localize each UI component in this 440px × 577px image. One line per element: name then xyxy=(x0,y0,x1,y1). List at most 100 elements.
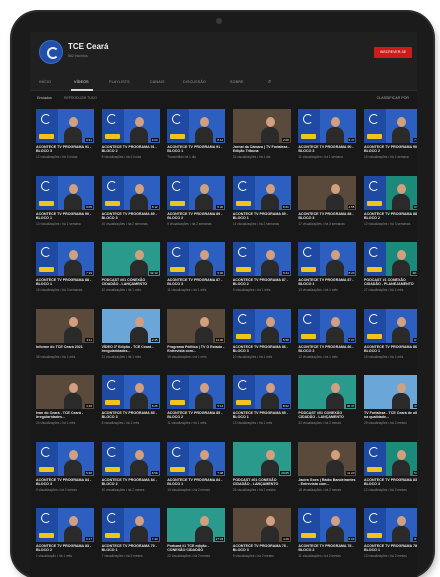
video-thumbnail[interactable]: 2:45 xyxy=(101,308,160,343)
filter-dropdown[interactable]: Enviados xyxy=(37,96,52,100)
video-thumbnail[interactable]: 6:44 xyxy=(232,242,291,276)
video-card[interactable]: 6:08 ACONTECE TV PROGRAMA 88 - BLOCO 212 … xyxy=(364,175,417,238)
video-title[interactable]: PODCAST #01 CONEXÃO CIDADÃO - LANÇAMENTO xyxy=(233,478,291,487)
video-title[interactable]: ACONTECE TV PROGRAMA 90 - BLOCO 2 xyxy=(364,145,417,154)
video-title[interactable]: Jornal da Câmara | TV Fortaleza - Edição… xyxy=(233,145,291,154)
video-title[interactable]: VÍDEO 3ª Edição - TCE Ceará - Irregulari… xyxy=(102,345,160,354)
video-thumbnail[interactable]: 28:16 xyxy=(364,242,417,276)
tab-sobre[interactable]: SOBRE xyxy=(230,80,244,84)
video-title[interactable]: ACONTECE TV PROGRAMA 86 - BLOCO 2 xyxy=(298,345,356,354)
video-title[interactable]: Ivan do Ceará - TCE Ceará - Irregularida… xyxy=(36,411,94,420)
video-title[interactable]: ACONTECE TV PROGRAMA 89 - BLOCO 1 xyxy=(233,212,291,221)
video-card[interactable]: 6:31 ACONTECE TV PROGRAMA 91 - BLOCO 3 12 … xyxy=(36,109,94,171)
video-thumbnail[interactable]: 6:03 xyxy=(298,508,357,542)
video-thumbnail[interactable]: 12:30 xyxy=(167,308,226,343)
video-title[interactable]: ACONTECE TV PROGRAMA 86 - BLOCO 1 xyxy=(364,345,417,354)
video-card[interactable]: 5:14 ACONTECE TV PROGRAMA 85 - BLOCO 2 11 … xyxy=(167,375,226,437)
video-title[interactable]: Programa Pólítica | TV O Estado - Entrev… xyxy=(167,345,225,354)
video-title[interactable]: ACONTECE TV PROGRAMA 84 - BLOCO 3 xyxy=(36,478,94,487)
video-card[interactable]: 5:02 ACONTECE TV PROGRAMA 87 - BLOCO 3 11 … xyxy=(167,242,226,304)
video-thumbnail[interactable]: 6:17 xyxy=(36,508,94,542)
video-thumbnail[interactable]: 5:14 xyxy=(167,375,226,409)
video-card[interactable]: 7:40 ACONTECE TV PROGRAMA 79 - BLOCO 17 v… xyxy=(101,508,160,570)
video-thumbnail[interactable]: 7:19 xyxy=(36,242,94,276)
video-title[interactable]: ACONTECE TV PROGRAMA 83 - BLOCO 3 xyxy=(364,478,417,487)
video-card[interactable]: 4:18 Ivan do Ceará - TCE Ceará - Irregula… xyxy=(36,375,94,437)
video-card[interactable]: 6:03 ACONTECE TV PROGRAMA 78 - BLOCO 2 11 … xyxy=(298,508,357,570)
video-card[interactable]: 2:08 Jornal da Câmara | TV Fortaleza - Ed… xyxy=(232,109,291,171)
video-title[interactable]: ACONTECE TV PROGRAMA 85 - BLOCO 2 xyxy=(167,411,225,420)
video-thumbnail[interactable]: 5:02 xyxy=(167,242,226,276)
sort-button[interactable]: CLASSIFICAR POR xyxy=(377,96,409,100)
video-title[interactable]: ACONTECE TV PROGRAMA 79 - BLOCO 1 xyxy=(102,544,160,553)
video-title[interactable]: ACONTECE TV PROGRAMA 84 - BLOCO 1 xyxy=(167,478,225,487)
video-title[interactable]: ACONTECE TV PROGRAMA 89 - BLOCO 2 xyxy=(167,212,225,221)
video-card[interactable]: 8:02 ACONTECE TV PROGRAMA 85 - BLOCO 1 13 … xyxy=(232,375,291,437)
video-title[interactable]: ACONTECE TV PROGRAMA 91 - BLOCO 1 xyxy=(167,145,225,154)
video-thumbnail[interactable]: 27:33 xyxy=(167,508,226,542)
video-title[interactable]: PODCAST #1 CONEXÃO CIDADÃO - PLANEJAMENT… xyxy=(364,278,417,287)
video-title[interactable]: ACONTECE TV PROGRAMA 88 - BLOCO 1 xyxy=(36,278,94,287)
video-title[interactable]: ACONTECE TV PROGRAMA 83 - BLOCO 2 xyxy=(36,544,94,553)
video-thumbnail[interactable]: 32:10 xyxy=(101,242,160,276)
video-card[interactable]: 5:36 ACONTECE TV PROGRAMA 84 - BLOCO 39 v… xyxy=(36,441,94,504)
video-thumbnail[interactable]: 5:30 xyxy=(167,175,226,210)
video-thumbnail[interactable]: 9:33 xyxy=(364,308,417,343)
play-all-button[interactable]: REPRODUZIR TUDO xyxy=(64,96,97,100)
video-card[interactable]: 6:26 ACONTECE TV PROGRAMA 85 - BLOCO 38 v… xyxy=(101,375,160,437)
video-card[interactable]: 29:05 PODCAST #01 CONEXÃO CIDADÃO - LANÇA… xyxy=(232,441,291,504)
video-thumbnail[interactable]: 7:48 xyxy=(167,441,226,476)
video-thumbnail[interactable]: 5:58 xyxy=(232,308,291,343)
video-title[interactable]: ACONTECE TV PROGRAMA 90 - BLOCO 1 xyxy=(36,212,94,221)
video-card[interactable]: 7:22 ACONTECE TV PROGRAMA 90 - BLOCO 215 … xyxy=(364,109,417,171)
video-title[interactable]: ACONTECE TV PROGRAMA 78 - BLOCO 3 xyxy=(233,544,291,553)
tab-inicio[interactable]: INÍCIO xyxy=(39,80,51,84)
video-title[interactable]: ACONTECE TV PROGRAMA 87 - BLOCO 2 xyxy=(233,278,291,287)
tab-playlists[interactable]: PLAYLISTS xyxy=(109,80,130,84)
video-thumbnail[interactable]: 8:11 xyxy=(364,508,417,542)
video-title[interactable]: ACONTECE TV PROGRAMA 88 - BLOCO 3 xyxy=(298,212,356,221)
video-thumbnail[interactable]: 29:05 xyxy=(232,441,291,476)
search-icon[interactable]: ⌕ xyxy=(268,79,271,86)
video-title[interactable]: Informe do TCE Ceará 2021 xyxy=(36,345,94,349)
video-card[interactable]: 27:33 Podcast #1 TCE edição - CONEXÃO CID… xyxy=(167,508,226,570)
video-card[interactable]: 9:33 ACONTECE TV PROGRAMA 86 - BLOCO 115 … xyxy=(364,308,417,371)
video-title[interactable]: Jacira Goes | Rádio Bandeirantes - Entre… xyxy=(298,478,356,487)
video-card[interactable]: 30:47 PODCAST #01 CONEXÃO CIDADÃO - LANÇA… xyxy=(298,375,357,437)
video-thumbnail[interactable]: 2:08 xyxy=(232,109,291,143)
video-card[interactable]: 6:44 ACONTECE TV PROGRAMA 87 - BLOCO 29 v… xyxy=(232,242,291,304)
video-title[interactable]: ACONTECE TV PROGRAMA 85 - BLOCO 1 xyxy=(233,411,291,420)
subscribe-button[interactable]: INSCREVER-SE xyxy=(374,47,412,58)
video-title[interactable]: ACONTECE TV PROGRAMA 87 - BLOCO 3 xyxy=(167,278,225,287)
video-thumbnail[interactable]: 7:22 xyxy=(364,109,417,143)
video-thumbnail[interactable]: 8:20 xyxy=(298,242,357,276)
video-title[interactable]: ACONTECE TV PROGRAMA 87 - BLOCO 1 xyxy=(298,278,356,287)
video-thumbnail[interactable]: 8:41 xyxy=(232,175,291,210)
video-thumbnail[interactable]: 4:18 xyxy=(36,375,94,409)
video-thumbnail[interactable]: 6:31 xyxy=(36,109,94,143)
video-title[interactable]: ACONTECE TV PROGRAMA 86 - BLOCO 3 xyxy=(233,345,291,354)
video-card[interactable]: 6:59 ACONTECE TV PROGRAMA 84 - BLOCO 2 10 … xyxy=(101,441,160,504)
video-title[interactable]: ACONTECE TV PROGRAMA 90 - BLOCO 3 xyxy=(298,145,356,154)
video-thumbnail[interactable]: 4:49 xyxy=(232,508,291,542)
video-card[interactable]: 9:05 ACONTECE TV PROGRAMA 90 - BLOCO 1 13 … xyxy=(36,175,94,238)
video-title[interactable]: ACONTECE TV PROGRAMA 89 - BLOCO 3 xyxy=(102,212,160,221)
video-card[interactable]: 4:55 ACONTECE TV PROGRAMA 88 - BLOCO 3 17 … xyxy=(298,175,357,238)
video-card[interactable]: 8:41 ACONTECE TV PROGRAMA 89 - BLOCO 1 14 … xyxy=(232,175,291,238)
video-thumbnail[interactable]: 6:12 xyxy=(101,175,160,210)
video-card[interactable]: 5:09 ACONTECE TV PROGRAMA 83 - BLOCO 312 … xyxy=(364,441,417,504)
video-title[interactable]: ACONTECE TV PROGRAMA 88 - BLOCO 2 xyxy=(364,212,417,221)
video-card[interactable]: 5:47 ACONTECE TV PROGRAMA 90 - BLOCO 3 11 … xyxy=(298,109,357,171)
channel-name[interactable]: TCE Ceará xyxy=(68,42,108,51)
video-thumbnail[interactable]: 4:03 xyxy=(101,109,160,143)
channel-avatar[interactable] xyxy=(39,40,63,64)
tab-discussao[interactable]: DISCUSSÃO xyxy=(183,80,206,84)
video-card[interactable]: 11:20 Jacira Goes | Rádio Bandeirantes - … xyxy=(298,441,357,504)
video-card[interactable]: 2:45 VÍDEO 3ª Edição - TCE Ceará - Irregu… xyxy=(101,308,160,371)
video-card[interactable]: 6:12 ACONTECE TV PROGRAMA 89 - BLOCO 3 10 … xyxy=(101,175,160,238)
video-card[interactable]: 12:30 Programa Pólítica | TV O Estado - E… xyxy=(167,308,226,371)
video-card[interactable]: 3:11 Informe do TCE Ceará 2021 38 visualiz… xyxy=(36,308,94,371)
video-title[interactable]: Podcast #1 TCE edição - CONEXÃO CIDADÃO xyxy=(167,544,225,553)
video-thumbnail[interactable]: 3:11 xyxy=(36,308,94,343)
video-card[interactable]: 28:16 PODCAST #1 CONEXÃO CIDADÃO - PLANEJ… xyxy=(364,242,417,304)
